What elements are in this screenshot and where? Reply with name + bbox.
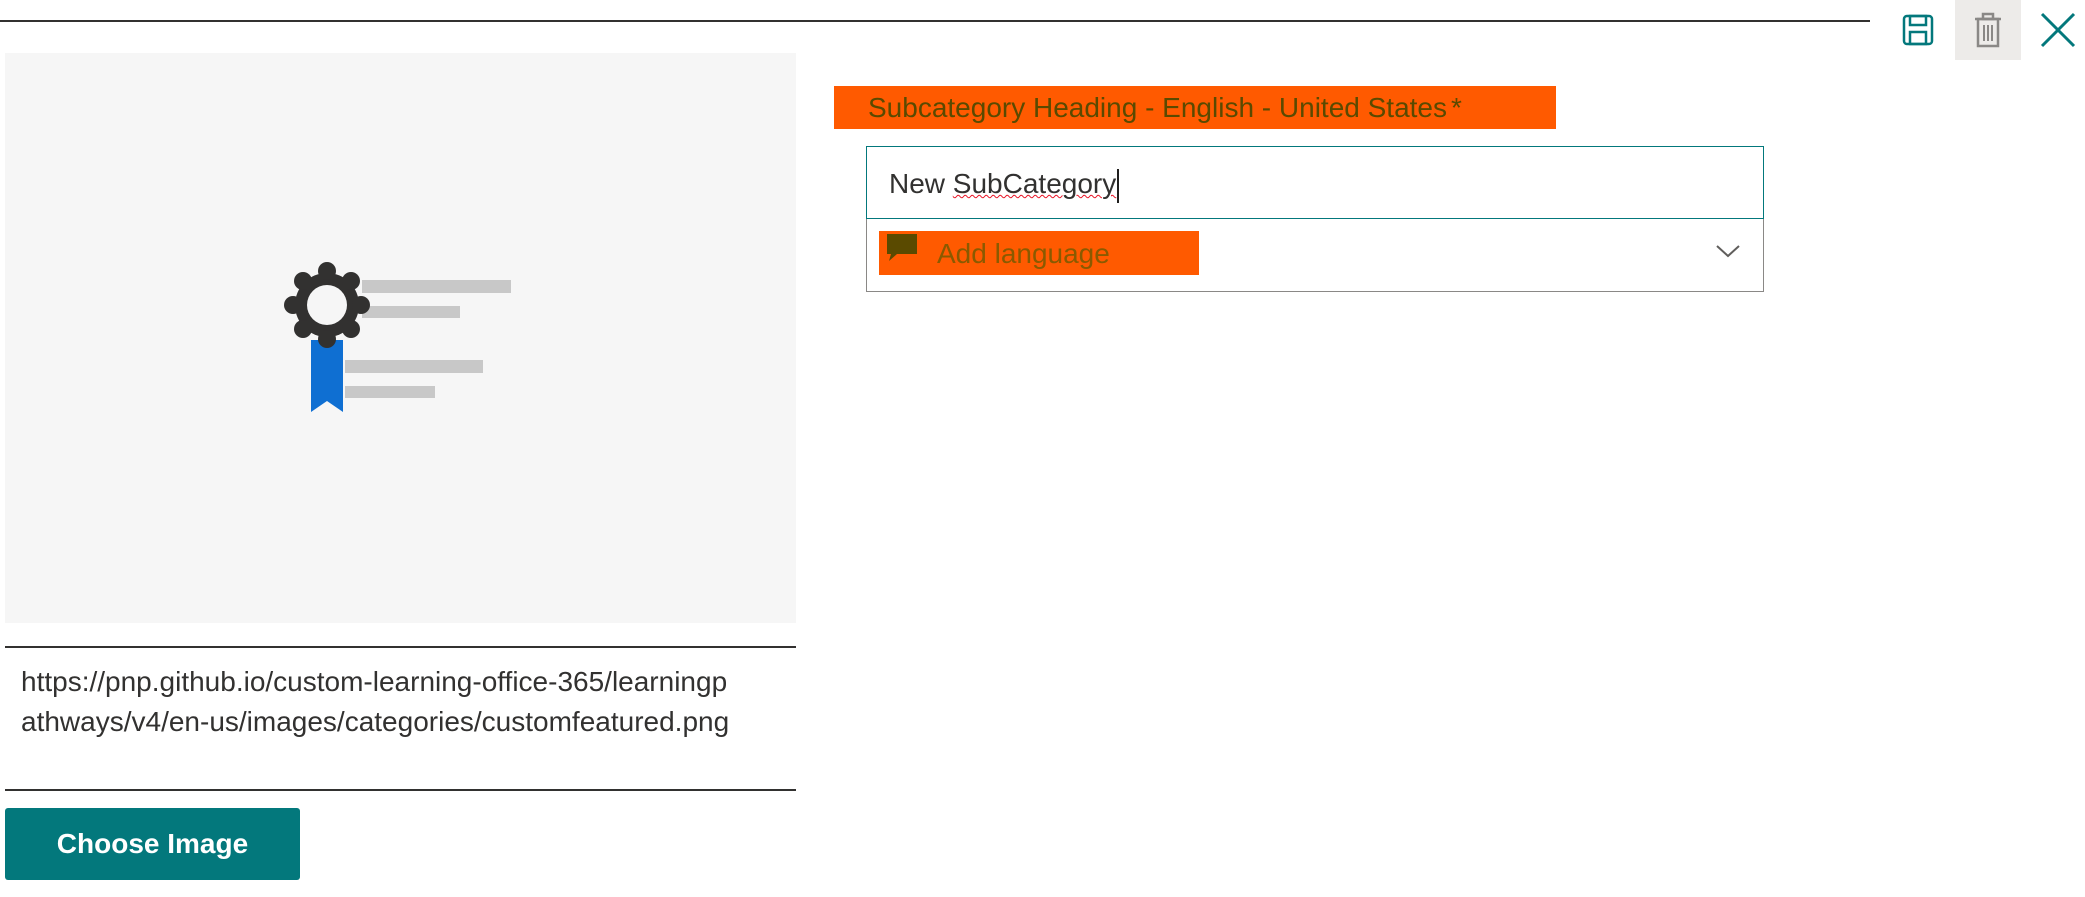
choose-image-button[interactable]: Choose Image xyxy=(5,808,300,880)
text-caret xyxy=(1117,168,1120,203)
heading-label-text: Subcategory Heading - English - United S… xyxy=(868,92,1447,123)
delete-button[interactable] xyxy=(1955,0,2021,60)
image-url-field[interactable]: https://pnp.github.io/custom-learning-of… xyxy=(5,646,796,791)
close-button[interactable] xyxy=(2030,0,2085,60)
save-button[interactable] xyxy=(1885,0,1951,60)
subcategory-heading-input[interactable]: New SubCategory xyxy=(866,146,1764,219)
speech-bubble-icon xyxy=(887,234,917,261)
add-language-label: Add language xyxy=(937,238,1110,269)
image-url-text: https://pnp.github.io/custom-learning-of… xyxy=(21,666,730,737)
required-marker: * xyxy=(1451,92,1462,123)
image-preview xyxy=(5,53,796,623)
save-icon xyxy=(1902,14,1934,46)
input-value-misspelled-word: SubCategory xyxy=(952,168,1117,199)
trash-icon xyxy=(1975,12,2001,48)
header-divider xyxy=(0,20,1870,22)
heading-field-label: Subcategory Heading - English - United S… xyxy=(834,86,1556,129)
input-value-prefix: New xyxy=(889,168,953,199)
chevron-down-icon xyxy=(1716,245,1740,258)
edit-subcategory-panel: https://pnp.github.io/custom-learning-of… xyxy=(0,0,2085,897)
add-language-dropdown[interactable]: Add language xyxy=(866,219,1764,292)
certificate-ribbon-icon xyxy=(284,262,511,412)
close-icon xyxy=(2040,12,2075,48)
